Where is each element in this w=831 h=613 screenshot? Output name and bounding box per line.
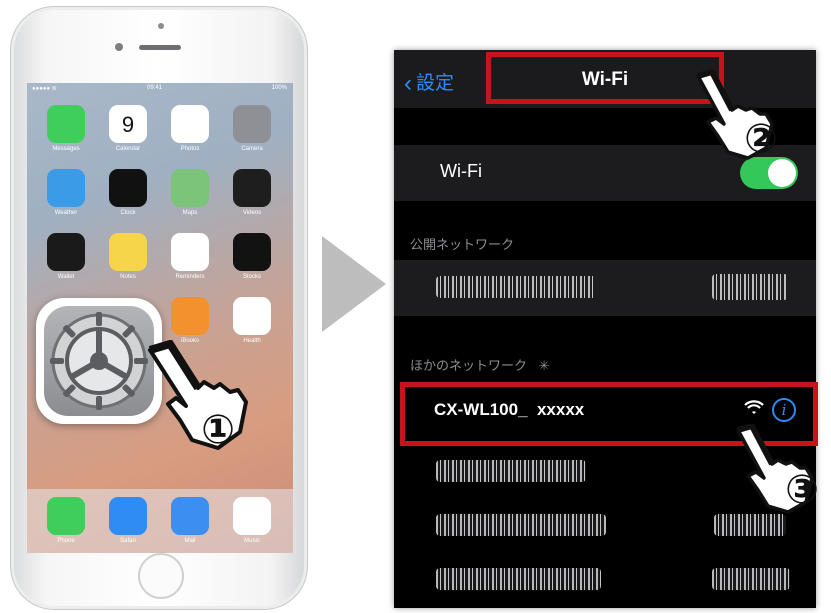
clock-icon — [109, 169, 147, 207]
title-highlight-box — [486, 52, 724, 104]
app-stocks[interactable]: Stocks — [227, 233, 277, 281]
battery-level: 100% — [271, 85, 287, 91]
tutorial-figure: ●●●●● ≋ 09:41 100% Messages 9 Calendar Phot… — [0, 0, 831, 613]
app-label: Photos — [180, 146, 200, 152]
obscured-network-name — [436, 276, 596, 298]
obscured-network-icons — [712, 568, 790, 590]
notes-icon — [109, 233, 147, 271]
next-step-arrow — [322, 236, 386, 332]
home-button[interactable] — [138, 553, 184, 599]
status-time: 09:41 — [147, 85, 163, 91]
maps-icon — [171, 169, 209, 207]
messages-icon — [47, 105, 85, 143]
app-label: Messages — [52, 146, 80, 152]
ibooks-icon — [171, 297, 209, 335]
app-label: Calendar — [115, 146, 141, 152]
app-clock[interactable]: Clock — [103, 169, 153, 217]
app-label: Phone — [57, 538, 75, 544]
app-label: Safari — [120, 538, 136, 544]
app-wallet[interactable]: Wallet — [41, 233, 91, 281]
app-messages[interactable]: Messages — [41, 105, 91, 153]
public-network-row[interactable] — [394, 260, 816, 316]
dock-app-phone[interactable]: Phone — [41, 497, 91, 545]
obscured-network-icons — [712, 274, 788, 300]
carrier-signal: ●●●●● ≋ — [32, 86, 57, 92]
app-camera[interactable]: Camera — [227, 105, 277, 153]
app-calendar[interactable]: 9 Calendar — [103, 105, 153, 153]
front-camera — [158, 23, 164, 29]
camera-icon — [233, 105, 271, 143]
proximity-sensor — [115, 43, 123, 51]
safari-icon — [109, 497, 147, 535]
app-label: Mail — [184, 538, 196, 544]
app-label: Music — [244, 538, 260, 544]
app-label: Clock — [120, 210, 136, 216]
app-maps[interactable]: Maps — [165, 169, 215, 217]
step-3-badge: ③ — [785, 467, 819, 513]
app-ibooks[interactable]: iBooks — [165, 297, 215, 345]
obscured-network-name — [436, 460, 586, 482]
wifi-toggle-label: Wi-Fi — [440, 161, 482, 181]
obscured-network-name — [436, 514, 606, 536]
status-bar: ●●●●● ≋ 09:41 100% — [27, 83, 293, 95]
phone-icon — [47, 497, 85, 535]
dock-app-safari[interactable]: Safari — [103, 497, 153, 545]
calendar-icon: 9 — [109, 105, 147, 143]
app-weather[interactable]: Weather — [41, 169, 91, 217]
network-row-obscured-3[interactable] — [394, 556, 816, 606]
health-icon — [233, 297, 271, 335]
app-label: Camera — [241, 146, 263, 152]
photos-icon — [171, 105, 209, 143]
app-reminders[interactable]: Reminders — [165, 233, 215, 281]
app-label: Reminders — [175, 274, 205, 280]
mail-icon — [171, 497, 209, 535]
public-networks-header: 公開ネットワーク — [410, 237, 515, 252]
app-label: Weather — [54, 210, 78, 216]
loading-spinner-icon: ✳ — [538, 358, 550, 373]
obscured-network-name — [436, 568, 601, 590]
app-health[interactable]: Health — [227, 297, 277, 345]
music-icon — [233, 497, 271, 535]
app-label: Notes — [120, 274, 136, 280]
app-notes[interactable]: Notes — [103, 233, 153, 281]
app-label: Wallet — [57, 274, 75, 280]
app-label: Maps — [182, 210, 198, 216]
reminders-icon — [171, 233, 209, 271]
weather-icon — [47, 169, 85, 207]
step-1-badge: ① — [201, 407, 235, 453]
other-networks-label: ほかのネットワーク — [410, 358, 528, 373]
dock-app-music[interactable]: Music — [227, 497, 277, 545]
videos-icon — [233, 169, 271, 207]
stocks-icon — [233, 233, 271, 271]
dock-app-mail[interactable]: Mail — [165, 497, 215, 545]
app-photos[interactable]: Photos — [165, 105, 215, 153]
step-2-badge: ② — [744, 116, 778, 162]
app-label: Stocks — [242, 274, 261, 280]
settings-gear-icon — [44, 306, 154, 416]
wallet-icon — [47, 233, 85, 271]
dock: Phone Safari Mail Music — [27, 489, 293, 553]
earpiece-speaker — [139, 45, 181, 50]
app-videos[interactable]: Videos — [227, 169, 277, 217]
app-label: Videos — [242, 210, 262, 216]
other-networks-header: ほかのネットワーク ✳ — [410, 355, 550, 374]
